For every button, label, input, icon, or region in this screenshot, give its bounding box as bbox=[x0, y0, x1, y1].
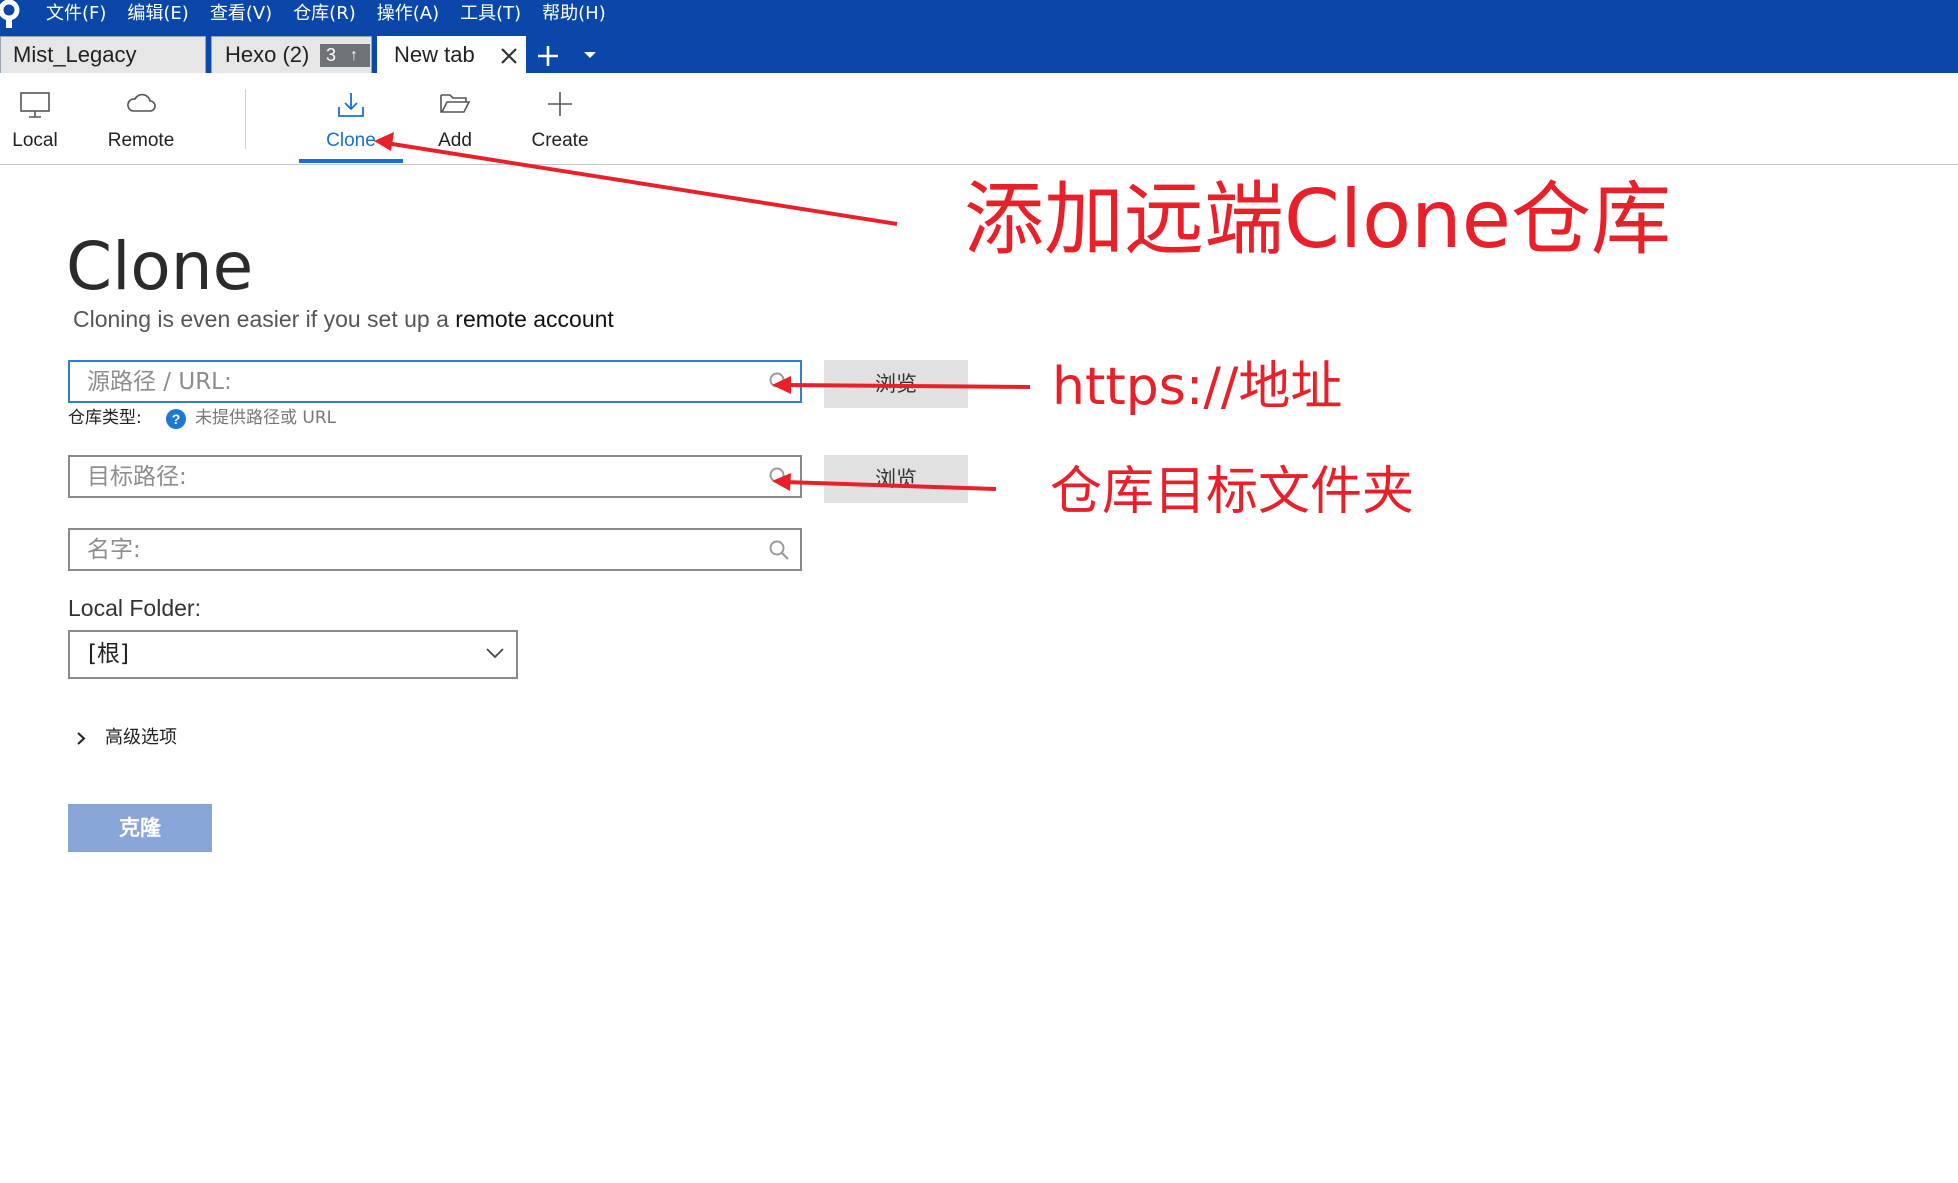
help-icon: ? bbox=[166, 409, 186, 429]
create-label: Create bbox=[531, 130, 589, 151]
add-label: Add bbox=[438, 130, 472, 151]
local-button[interactable]: Local bbox=[0, 73, 70, 163]
clone-label: Clone bbox=[326, 130, 376, 151]
advanced-options-label: 高级选项 bbox=[105, 727, 177, 748]
active-tab-indicator bbox=[299, 159, 403, 163]
browse-source-button[interactable]: 浏览 bbox=[824, 360, 968, 408]
destination-path-input[interactable] bbox=[70, 457, 800, 496]
cloud-icon bbox=[127, 93, 156, 112]
name-field bbox=[68, 528, 802, 571]
browse-destination-button[interactable]: 浏览 bbox=[824, 455, 968, 503]
create-button[interactable]: Create bbox=[518, 73, 602, 163]
repo-type-row: 仓库类型: ? 未提供路径或 URL bbox=[68, 405, 336, 431]
source-url-input[interactable] bbox=[70, 362, 800, 401]
tab-new-tab[interactable]: New tab bbox=[377, 36, 526, 73]
local-folder-label: Local Folder: bbox=[68, 595, 201, 621]
chevron-right-icon bbox=[77, 732, 86, 745]
search-icon bbox=[769, 467, 789, 487]
menu-edit[interactable]: 编辑(E) bbox=[127, 0, 188, 28]
destination-path-field bbox=[68, 455, 802, 498]
clone-button[interactable]: Clone bbox=[299, 73, 403, 163]
tab-label: Mist_Legacy bbox=[13, 42, 137, 67]
monitor-icon bbox=[20, 92, 50, 118]
local-folder-select[interactable]: [根] bbox=[68, 630, 518, 679]
tab-label: Hexo (2) bbox=[225, 42, 310, 67]
chevron-down-icon bbox=[486, 648, 504, 659]
tab-label: New tab bbox=[394, 42, 475, 67]
page-title: Clone bbox=[66, 228, 254, 305]
toolbar: Local Remote Clone Add Create bbox=[0, 73, 1958, 165]
subtitle-text: Cloning is even easier if you set up a bbox=[73, 306, 456, 332]
menu-view[interactable]: 查看(V) bbox=[210, 0, 272, 28]
annotation-clone: 添加远端Clone仓库 bbox=[964, 173, 1671, 266]
annotation-destination: 仓库目标文件夹 bbox=[1050, 462, 1415, 522]
tab-hexo[interactable]: Hexo (2) 3 ↑ bbox=[211, 36, 372, 73]
source-url-field bbox=[68, 360, 802, 403]
tab-strip: Mist_Legacy Hexo (2) 3 ↑ New tab bbox=[0, 36, 1958, 73]
title-bar: 文件(F) 编辑(E) 查看(V) 仓库(R) 操作(A) 工具(T) 帮助(H… bbox=[0, 0, 1958, 73]
menu-file[interactable]: 文件(F) bbox=[46, 0, 106, 28]
local-label: Local bbox=[12, 130, 58, 151]
chevron-down-icon[interactable] bbox=[583, 50, 597, 60]
add-button[interactable]: Add bbox=[415, 73, 495, 163]
menu-actions[interactable]: 操作(A) bbox=[377, 0, 439, 28]
close-icon[interactable] bbox=[499, 46, 519, 66]
toolbar-divider bbox=[245, 89, 246, 149]
remote-button[interactable]: Remote bbox=[96, 73, 186, 163]
plus-icon[interactable] bbox=[536, 44, 560, 68]
search-icon bbox=[769, 540, 789, 560]
push-count-badge: 3 ↑ bbox=[320, 44, 370, 67]
repo-type-label: 仓库类型: bbox=[68, 408, 142, 428]
tab-mist-legacy[interactable]: Mist_Legacy bbox=[0, 36, 206, 73]
menu-bar: 文件(F) 编辑(E) 查看(V) 仓库(R) 操作(A) 工具(T) 帮助(H… bbox=[46, 0, 627, 28]
menu-repository[interactable]: 仓库(R) bbox=[293, 0, 356, 28]
local-folder-value: [根] bbox=[88, 641, 129, 667]
name-input[interactable] bbox=[70, 530, 800, 569]
menu-tools[interactable]: 工具(T) bbox=[460, 0, 521, 28]
badge-count: 3 bbox=[326, 45, 337, 65]
svg-text:?: ? bbox=[172, 411, 181, 427]
menu-help[interactable]: 帮助(H) bbox=[542, 0, 606, 28]
annotation-url: https://地址 bbox=[1052, 357, 1343, 417]
search-icon bbox=[769, 372, 789, 392]
remote-account-link[interactable]: remote account bbox=[455, 306, 614, 332]
plus-icon bbox=[548, 92, 572, 116]
sourcetree-logo-icon bbox=[0, 0, 20, 28]
download-icon bbox=[338, 93, 364, 117]
repo-type-value: 未提供路径或 URL bbox=[195, 408, 337, 428]
folder-open-icon bbox=[440, 94, 471, 113]
clone-submit-button[interactable]: 克隆 bbox=[68, 804, 212, 852]
arrow-up-icon: ↑ bbox=[350, 47, 358, 64]
subtitle: Cloning is even easier if you set up a r… bbox=[73, 306, 614, 333]
remote-label: Remote bbox=[107, 130, 175, 151]
